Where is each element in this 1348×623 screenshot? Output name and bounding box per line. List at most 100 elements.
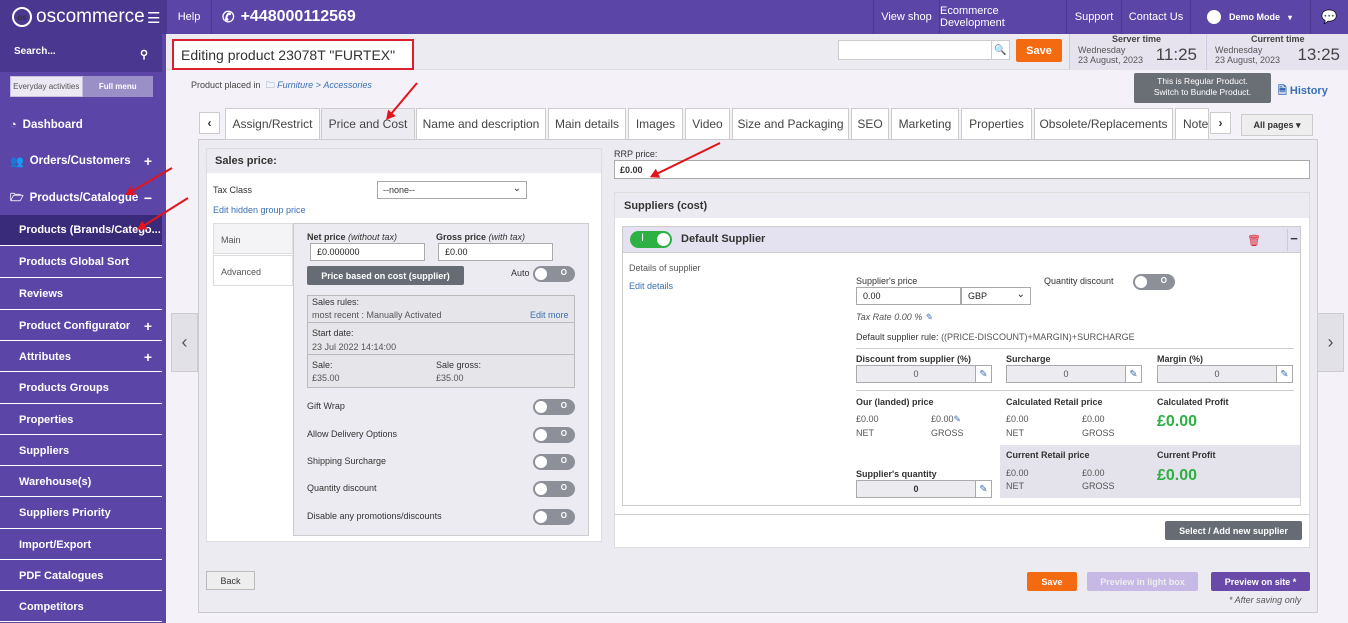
shipping-surcharge-toggle[interactable]: O: [533, 454, 575, 470]
server-time: Server time Wednesday 23 August, 2023 11:…: [1069, 34, 1205, 70]
sidebar-item-properties[interactable]: Properties: [0, 405, 162, 435]
pencil-icon[interactable]: ✎: [975, 365, 992, 383]
save-button[interactable]: Save: [1016, 39, 1062, 62]
tab-full-menu[interactable]: Full menu: [82, 76, 153, 97]
net-price-input[interactable]: £0.000000: [310, 243, 425, 261]
supplier-qty-discount-toggle[interactable]: O: [1133, 274, 1175, 290]
user-menu[interactable]: Demo Mode ▾: [1190, 0, 1310, 34]
collapse-icon[interactable]: −: [1287, 229, 1300, 251]
history-link[interactable]: 🗎 History: [1278, 82, 1328, 101]
tab-size-and-packaging[interactable]: Size and Packaging: [732, 108, 849, 139]
edit-details-link[interactable]: Edit details: [629, 281, 673, 291]
tab-obsolete-replacements[interactable]: Obsolete/Replacements: [1034, 108, 1173, 139]
tab-marketing[interactable]: Marketing: [891, 108, 959, 139]
tab-seo[interactable]: SEO: [851, 108, 889, 139]
chat-icon[interactable]: 💬: [1310, 0, 1348, 34]
preview-lightbox-button[interactable]: Preview in light box: [1087, 572, 1198, 591]
sidebar-search[interactable]: Search... ⚲: [0, 34, 162, 72]
sidebar-item-configurator[interactable]: Product Configurator +: [0, 311, 162, 341]
user-avatar-icon: [1207, 10, 1221, 24]
view-shop-link[interactable]: View shop: [873, 0, 939, 34]
sidebar-item-suppliers-priority[interactable]: Suppliers Priority: [0, 498, 162, 529]
tab-main-details[interactable]: Main details: [548, 108, 626, 139]
sidebar-item-reviews[interactable]: Reviews: [0, 279, 162, 310]
chevron-down-icon: ▾: [1288, 12, 1293, 22]
surcharge-input[interactable]: 0: [1006, 365, 1126, 383]
tab-images[interactable]: Images: [628, 108, 683, 139]
current-time: Current time Wednesday 23 August, 2023 13…: [1206, 34, 1348, 70]
gross-price-input[interactable]: £0.00: [438, 243, 553, 261]
quantity-discount-label: Quantity discount: [307, 483, 377, 493]
sidebar-item-orders[interactable]: 👥 Orders/Customers +: [0, 147, 162, 175]
tabs-next-button[interactable]: ›: [1210, 112, 1231, 134]
tab-assign-restrict[interactable]: Assign/Restrict: [225, 108, 320, 139]
sidebar-item-import-export[interactable]: Import/Export: [0, 530, 162, 560]
pencil-icon[interactable]: ✎: [1276, 365, 1293, 383]
tabs-prev-button[interactable]: ‹: [199, 112, 220, 134]
gross-label: GROSS: [931, 428, 964, 438]
discount-input[interactable]: 0: [856, 365, 976, 383]
auto-toggle[interactable]: O: [533, 266, 575, 282]
back-button[interactable]: Back: [206, 571, 255, 590]
breadcrumb-furniture[interactable]: Furniture: [277, 80, 313, 90]
tab-advanced[interactable]: Advanced: [213, 255, 293, 286]
pencil-icon[interactable]: ✎: [1125, 365, 1142, 383]
supplier-active-toggle[interactable]: I: [630, 231, 672, 248]
sidebar-item-warehouses[interactable]: Warehouse(s): [0, 467, 162, 497]
edit-more-link[interactable]: Edit more: [530, 310, 569, 320]
folder-icon: 🗁: [10, 191, 24, 204]
net-label: NET: [856, 428, 874, 438]
chevron-right-icon[interactable]: ›: [1317, 313, 1344, 372]
tab-price-and-cost[interactable]: Price and Cost: [321, 108, 415, 139]
gift-wrap-toggle[interactable]: O: [533, 399, 575, 415]
sidebar-item-global-sort[interactable]: Products Global Sort: [0, 247, 162, 278]
tax-class-select[interactable]: --none-- ⌄: [377, 181, 527, 199]
sidebar-item-competitors[interactable]: Competitors: [0, 592, 162, 622]
search-icon[interactable]: 🔍: [991, 40, 1010, 60]
preview-on-site-button[interactable]: Preview on site *: [1211, 572, 1310, 591]
logo[interactable]: os oscommerce: [0, 0, 166, 34]
contact-us-link[interactable]: Contact Us: [1121, 0, 1190, 34]
phone-number[interactable]: ✆ +448000112569: [211, 0, 371, 34]
supplier-price-input[interactable]: 0.00: [856, 287, 961, 305]
tab-main[interactable]: Main: [213, 223, 293, 254]
trash-icon[interactable]: 🗑: [1247, 234, 1261, 247]
hamburger-icon[interactable]: ☰: [147, 9, 160, 27]
margin-label: Margin (%): [1157, 354, 1203, 364]
delivery-options-toggle[interactable]: O: [533, 427, 575, 443]
tab-note[interactable]: Note: [1175, 108, 1209, 139]
rrp-input[interactable]: £0.00: [614, 160, 1310, 179]
price-based-on-cost-button[interactable]: Price based on cost (supplier): [307, 266, 464, 285]
tab-video[interactable]: Video: [685, 108, 730, 139]
tab-properties[interactable]: Properties: [961, 108, 1032, 139]
pencil-icon[interactable]: ✎: [975, 480, 992, 498]
all-pages-dropdown[interactable]: All pages ▾: [1241, 114, 1313, 136]
current-profit-label: Current Profit: [1157, 450, 1216, 460]
help-link[interactable]: Help: [166, 0, 211, 34]
breadcrumb-accessories[interactable]: Accessories: [323, 80, 372, 90]
net-label: NET: [1006, 428, 1024, 438]
tab-everyday-activities[interactable]: Everyday activities: [10, 76, 83, 97]
sidebar-item-suppliers[interactable]: Suppliers: [0, 436, 162, 466]
edit-hidden-group-price-link[interactable]: Edit hidden group price: [213, 205, 306, 215]
save-bottom-button[interactable]: Save: [1027, 572, 1077, 591]
header-search-input[interactable]: [838, 40, 992, 60]
sidebar-item-products-groups[interactable]: Products Groups: [0, 373, 162, 404]
sidebar-item-pdf-catalogues[interactable]: PDF Catalogues: [0, 561, 162, 591]
page-title: Editing product 23078T "FURTEX": [172, 39, 414, 70]
gross-label: GROSS: [1082, 428, 1115, 438]
ecommerce-dev-link[interactable]: Ecommerce Development: [939, 0, 1066, 34]
currency-select[interactable]: GBP ⌄: [961, 287, 1031, 305]
margin-input[interactable]: 0: [1157, 365, 1277, 383]
tab-name-and-description[interactable]: Name and description: [416, 108, 546, 139]
supplier-qty-input[interactable]: 0: [856, 480, 976, 498]
chevron-left-icon[interactable]: ‹: [171, 313, 198, 372]
sidebar-item-attributes[interactable]: Attributes +: [0, 342, 162, 372]
regular-product-switch[interactable]: This is Regular Product. Switch to Bundle…: [1134, 73, 1271, 103]
support-link[interactable]: Support: [1066, 0, 1121, 34]
discount-label: Discount from supplier (%): [856, 354, 972, 364]
quantity-discount-toggle[interactable]: O: [533, 481, 575, 497]
sidebar-item-dashboard[interactable]: ◔ Dashboard: [0, 112, 162, 138]
select-add-supplier-button[interactable]: Select / Add new supplier: [1165, 521, 1302, 540]
disable-promotions-toggle[interactable]: O: [533, 509, 575, 525]
